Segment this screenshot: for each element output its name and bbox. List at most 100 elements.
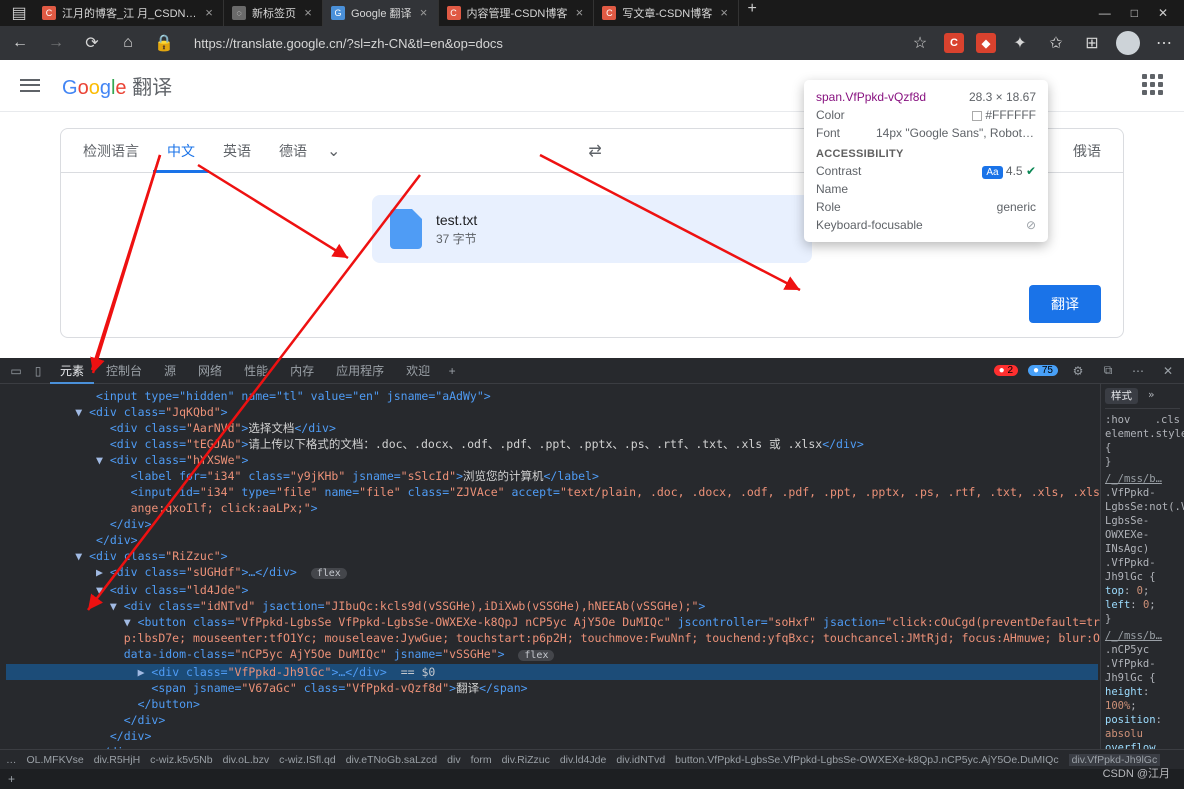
code-line[interactable]: <input id="i34" type="file" name="file" … <box>6 484 1098 500</box>
crumb[interactable]: c-wiz.ISfl.qd <box>279 754 336 766</box>
elements-breadcrumb[interactable]: … OL.MFKVse div.R5HjH c-wiz.k5v5Nb div.o… <box>0 749 1184 769</box>
code-line-highlighted[interactable]: ▶ <div class="VfPpkd-Jh9lGc">…</div> == … <box>6 664 1098 680</box>
inspect-element-icon[interactable]: ▭ <box>6 364 26 378</box>
hov-toggle[interactable]: :hov <box>1105 413 1130 427</box>
favorite-icon[interactable]: ☆ <box>906 29 934 57</box>
crumb[interactable]: div.R5HjH <box>94 754 140 766</box>
styles-more-icon[interactable]: » <box>1148 388 1154 404</box>
file-chip[interactable]: test.txt 37 字节 <box>372 195 812 263</box>
code-line[interactable]: data-idom-class="nCP5yc AjY5Oe DuMIQc" j… <box>6 646 1098 664</box>
style-source-link[interactable]: /_/mss/b… <box>1105 472 1180 486</box>
code-line[interactable]: <label for="i34" class="y9jKHb" jsname="… <box>6 468 1098 484</box>
settings-icon[interactable]: ⚙ <box>1068 364 1088 378</box>
code-line[interactable]: ▼ <div class="ld4Jde"> <box>6 582 1098 598</box>
detect-language-tab[interactable]: 检测语言 <box>69 129 153 173</box>
source-lang-de-tab[interactable]: 德语 <box>265 129 321 173</box>
crumb[interactable]: form <box>471 754 492 766</box>
tab-3[interactable]: C 内容管理-CSDN博客 × <box>439 0 595 26</box>
home-button[interactable]: ⌂ <box>114 29 142 57</box>
lock-icon[interactable]: 🔒 <box>150 29 178 57</box>
code-line[interactable]: </div> <box>6 516 1098 532</box>
crumb[interactable]: OL.MFKVse <box>27 754 84 766</box>
code-line[interactable]: <div class="AarNVd">选择文档</div> <box>6 420 1098 436</box>
translate-button[interactable]: 翻译 <box>1029 285 1101 323</box>
crumb[interactable]: c-wiz.k5v5Nb <box>150 754 212 766</box>
code-line[interactable]: <span jsname="V67aGc" class="VfPpkd-vQzf… <box>6 680 1098 696</box>
crumb[interactable]: div.ld4Jde <box>560 754 607 766</box>
reload-button[interactable]: ⟳ <box>78 29 106 57</box>
network-tab[interactable]: 网络 <box>188 358 232 384</box>
style-source-link[interactable]: /_/mss/b… <box>1105 629 1180 643</box>
code-line[interactable]: ▶ <div class="sUGHdf">…</div> flex <box>6 564 1098 582</box>
source-lang-more-icon[interactable]: ⌄ <box>327 141 340 161</box>
crumb[interactable]: … <box>6 754 17 766</box>
crumb[interactable]: div.oL.bzv <box>223 754 270 766</box>
application-tab[interactable]: 应用程序 <box>326 358 394 384</box>
extension-icon[interactable]: ◆ <box>976 33 996 53</box>
dock-icon[interactable]: ⧉ <box>1098 363 1118 378</box>
extensions-icon[interactable]: ✦ <box>1006 29 1034 57</box>
crumb[interactable]: button.VfPpkd-LgbsSe.VfPpkd-LgbsSe-OWXEX… <box>675 754 1058 766</box>
crumb[interactable]: div.idNTvd <box>616 754 665 766</box>
code-line[interactable]: ▼ <div class="RiZzuc"> <box>6 548 1098 564</box>
code-line[interactable]: <input type="hidden" name="tl" value="en… <box>6 388 1098 404</box>
tab-4[interactable]: C 写文章-CSDN博客 × <box>594 0 739 26</box>
tab-1[interactable]: ◌ 新标签页 × <box>224 0 323 26</box>
url-input[interactable]: https://translate.google.cn/?sl=zh-CN&tl… <box>186 36 898 51</box>
code-line[interactable]: ▼ <div class="JqKQbd"> <box>6 404 1098 420</box>
tab-2[interactable]: G Google 翻译 × <box>323 0 439 26</box>
forward-button[interactable]: → <box>42 29 70 57</box>
log-count-badge[interactable]: ● 75 <box>1028 365 1058 376</box>
code-line[interactable]: ange:qxoIlf; click:aaLPx;"> <box>6 500 1098 516</box>
code-line[interactable]: ▼ <div class="hYXSWe"> <box>6 452 1098 468</box>
crumb[interactable]: div.VfPpkd-Jh9lGc <box>1069 754 1161 766</box>
memory-tab[interactable]: 内存 <box>280 358 324 384</box>
extension-csdn-icon[interactable]: C <box>944 33 964 53</box>
cls-toggle[interactable]: .cls <box>1155 413 1180 427</box>
collections-icon[interactable]: ⊞ <box>1078 29 1106 57</box>
code-line[interactable]: ▼ <button class="VfPpkd-LgbsSe VfPpkd-Lg… <box>6 614 1098 630</box>
target-lang-ru-tab[interactable]: 俄语 <box>1059 129 1115 173</box>
devtools-close-icon[interactable]: ✕ <box>1158 364 1178 378</box>
hamburger-menu-icon[interactable] <box>18 74 42 98</box>
window-close-button[interactable]: ✕ <box>1158 6 1168 20</box>
sidebar-icon[interactable]: ▤ <box>10 4 28 22</box>
source-lang-en-tab[interactable]: 英语 <box>209 129 265 173</box>
error-count-badge[interactable]: ● 2 <box>994 365 1018 376</box>
window-maximize-button[interactable]: □ <box>1131 6 1138 20</box>
add-tab-icon[interactable]: + <box>442 364 462 378</box>
code-line[interactable]: p:lbsD7e; mouseenter:tfO1Yc; mouseleave:… <box>6 630 1098 646</box>
tab-close-icon[interactable]: × <box>302 7 314 19</box>
tab-close-icon[interactable]: × <box>573 7 585 19</box>
more-icon[interactable]: ⋯ <box>1128 364 1148 378</box>
swap-languages-icon[interactable]: ⇄ <box>588 141 601 161</box>
tab-0[interactable]: C 江月的博客_江 月_CSDN博客-py… × <box>34 0 224 26</box>
source-lang-zh-tab[interactable]: 中文 <box>153 129 209 173</box>
styles-tab[interactable]: 样式 <box>1105 388 1138 404</box>
tab-close-icon[interactable]: × <box>418 7 430 19</box>
welcome-tab[interactable]: 欢迎 <box>396 358 440 384</box>
elements-tree[interactable]: <input type="hidden" name="tl" value="en… <box>0 384 1100 749</box>
window-minimize-button[interactable]: — <box>1099 6 1111 20</box>
back-button[interactable]: ← <box>6 29 34 57</box>
code-line[interactable]: </button> <box>6 696 1098 712</box>
styles-panel[interactable]: 样式 » :hov .cls element.style { } /_/mss/… <box>1100 384 1184 749</box>
code-line[interactable]: ▼ <div class="idNTvd" jsaction="JIbuQc:k… <box>6 598 1098 614</box>
code-line[interactable]: </div> <box>6 712 1098 728</box>
performance-tab[interactable]: 性能 <box>234 358 278 384</box>
sources-tab[interactable]: 源 <box>154 358 186 384</box>
device-toggle-icon[interactable]: ▯ <box>28 364 48 378</box>
code-line[interactable]: </div> <box>6 532 1098 548</box>
profile-avatar[interactable] <box>1116 31 1140 55</box>
overflow-menu-icon[interactable]: ⋯ <box>1150 29 1178 57</box>
tab-close-icon[interactable]: × <box>203 7 215 19</box>
google-apps-icon[interactable] <box>1142 74 1166 98</box>
crumb[interactable]: div.RiZzuc <box>502 754 550 766</box>
crumb[interactable]: div <box>447 754 460 766</box>
favorites-icon[interactable]: ✩ <box>1042 29 1070 57</box>
code-line[interactable]: <div class="tEGJAb">请上传以下格式的文档：.doc、.doc… <box>6 436 1098 452</box>
tab-close-icon[interactable]: × <box>718 7 730 19</box>
console-tab[interactable]: 控制台 <box>96 358 152 384</box>
elements-tab[interactable]: 元素 <box>50 358 94 384</box>
new-bottom-tab-icon[interactable]: + <box>8 772 15 786</box>
